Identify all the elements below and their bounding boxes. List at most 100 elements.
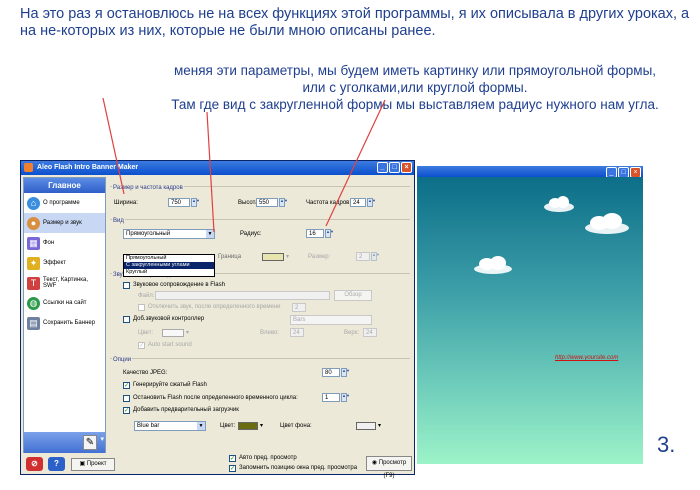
auto-preview-label: Авто пред. просмотр: [239, 455, 297, 461]
left-input[interactable]: 24: [290, 328, 304, 337]
sidebar-item-size-sound[interactable]: ● Размер и звук: [24, 213, 105, 233]
controller-label: Доб.звуковой контроллер: [133, 316, 205, 322]
stop-label: Остановить Flash после определенного вре…: [133, 395, 298, 401]
bg-color-label: Цвет фона:: [280, 423, 312, 429]
project-button-label: Проект: [86, 461, 107, 467]
remember-pos-checkbox[interactable]: ✓: [229, 465, 236, 472]
preloader-style-value: Blue bar: [137, 423, 160, 429]
exit-icon[interactable]: ⊘: [26, 457, 43, 471]
file-input[interactable]: [155, 291, 330, 300]
off-after-checkbox[interactable]: [138, 304, 145, 311]
sidebar-item-links[interactable]: ◍ Ссылки на сайт: [24, 293, 105, 313]
preview-titlebar[interactable]: _ □ ×: [417, 166, 643, 178]
project-icon: ▣: [79, 461, 87, 467]
chevron-down-icon[interactable]: ▼: [206, 230, 214, 238]
top-label: Верх:: [344, 330, 360, 336]
step-number: 3.: [657, 432, 676, 457]
text-image-icon: T: [27, 276, 40, 290]
height-input[interactable]: 550: [256, 198, 278, 207]
preloader-style-select[interactable]: Blue bar ▼: [134, 421, 206, 431]
fps-stepper[interactable]: ▲▼: [367, 198, 376, 207]
chevron-down-icon[interactable]: ▾: [378, 422, 381, 429]
auto-preview-checkbox[interactable]: ✓: [229, 455, 236, 462]
border-size-input[interactable]: 2: [356, 252, 370, 261]
border-color-swatch[interactable]: [262, 253, 284, 261]
shape-select-value: Прямоугольный: [126, 231, 171, 237]
off-after-input[interactable]: 2: [292, 303, 306, 312]
controller-style-value: Bars: [293, 317, 306, 323]
stop-checkbox[interactable]: [123, 395, 130, 402]
radius-input[interactable]: 16: [306, 229, 324, 238]
jpeg-label: Качество JPEG:: [123, 370, 168, 376]
maximize-icon[interactable]: □: [389, 162, 400, 173]
chevron-down-icon[interactable]: ▼: [197, 422, 205, 430]
project-button[interactable]: ▣ Проект: [71, 458, 115, 471]
shape-option-rect[interactable]: Прямоугольный: [124, 255, 214, 262]
border-size-stepper[interactable]: ▲▼: [371, 252, 380, 261]
border-label: Граница: [218, 254, 242, 260]
shape-caption: меняя эти параметры, мы будем иметь карт…: [165, 62, 665, 113]
sidebar-item-background[interactable]: ▦ Фон: [24, 233, 105, 253]
window-titlebar[interactable]: Aleo Flash Intro Banner Maker _ □ ×: [21, 161, 414, 175]
height-stepper[interactable]: ▲▼: [279, 198, 288, 207]
left-label: Влево:: [260, 330, 279, 336]
size-group: Размер и частота кадров Ширина: 750 ▲▼ В…: [110, 185, 410, 216]
jpeg-input[interactable]: 80: [322, 368, 340, 377]
preview-window: _ □ × http://www.yoursite.com: [417, 166, 643, 464]
sidebar-item-about[interactable]: ⌂ О программе: [24, 193, 105, 213]
sidebar-item-label: О программе: [43, 200, 80, 206]
close-icon[interactable]: ×: [401, 162, 412, 173]
preview-icon: ◉: [371, 460, 379, 466]
shape-option-rounded[interactable]: С закругленными углами: [124, 262, 214, 269]
compressed-checkbox[interactable]: ✓: [123, 382, 130, 389]
app-logo-icon: [24, 163, 33, 172]
shape-option-round[interactable]: Круглый: [124, 269, 214, 276]
chevron-down-icon[interactable]: ▾: [286, 253, 289, 260]
controller-checkbox[interactable]: [123, 316, 130, 323]
preview-button[interactable]: ◉ Просмотр (F9): [366, 456, 412, 479]
home-icon: ⌂: [27, 196, 40, 210]
shape-select[interactable]: Прямоугольный ▼: [123, 229, 215, 239]
site-link[interactable]: http://www.yoursite.com: [555, 355, 618, 361]
fps-input[interactable]: 24: [350, 198, 366, 207]
options-group: Опции Качество JPEG: 80 ▲▼ ✓ Генерируйте…: [110, 357, 410, 448]
intro-caption: На это раз я остановлюсь не на всех функ…: [20, 6, 690, 39]
flash-sound-checkbox[interactable]: [123, 282, 130, 289]
controller-color-swatch[interactable]: [162, 329, 184, 337]
preloader-color-swatch[interactable]: [238, 422, 258, 430]
shape-dropdown-list: Прямоугольный С закругленными углами Кру…: [123, 254, 215, 277]
help-icon[interactable]: ?: [48, 457, 65, 471]
fps-label: Частота кадров:: [306, 200, 352, 206]
sidebar-item-save[interactable]: ▤ Сохранить Баннер: [24, 313, 105, 333]
controller-style-select[interactable]: Bars: [290, 315, 372, 325]
sidebar-heading[interactable]: Главное: [24, 178, 105, 193]
minimize-icon[interactable]: _: [377, 162, 388, 173]
bg-color-swatch[interactable]: [356, 422, 376, 430]
sidebar-item-text-image[interactable]: T Текст, Картинка, SWF: [24, 273, 105, 293]
top-input[interactable]: 24: [363, 328, 377, 337]
chevron-down-icon[interactable]: ▾: [186, 329, 189, 336]
background-icon: ▦: [27, 236, 40, 250]
border-size-label: Размер:: [308, 254, 331, 260]
chevron-down-icon[interactable]: ▾: [100, 435, 104, 443]
sidebar: Главное ⌂ О программе ● Размер и звук ▦ …: [23, 177, 106, 455]
shape-caption-line: меняя эти параметры, мы будем иметь карт…: [173, 63, 657, 95]
stop-stepper[interactable]: ▲▼: [341, 393, 350, 402]
flash-sound-label: Звуковое сопровождение в Flash: [133, 282, 225, 288]
radius-stepper[interactable]: ▲▼: [325, 229, 334, 238]
chevron-down-icon[interactable]: ▾: [260, 422, 263, 429]
bottom-toolbar: ⊘ ? ▣ Проект ✓ Авто пред. просмотр ✓ Зап…: [21, 453, 414, 479]
brush-icon[interactable]: ✎: [83, 435, 97, 450]
width-stepper[interactable]: ▲▼: [191, 198, 200, 207]
browse-button[interactable]: Обзор: [334, 290, 372, 301]
width-input[interactable]: 750: [168, 198, 190, 207]
jpeg-stepper[interactable]: ▲▼: [341, 368, 350, 377]
controller-color-label: Цвет:: [138, 330, 154, 336]
options-group-title: Опции: [112, 357, 133, 363]
autostart-checkbox[interactable]: ✓: [138, 342, 145, 349]
preloader-checkbox[interactable]: ✓: [123, 407, 130, 414]
stop-input[interactable]: 1: [322, 393, 340, 402]
app-window: Aleo Flash Intro Banner Maker _ □ × Глав…: [20, 160, 415, 479]
cloud-image: [585, 213, 629, 234]
sidebar-item-effect[interactable]: ✦ Эффект: [24, 253, 105, 273]
